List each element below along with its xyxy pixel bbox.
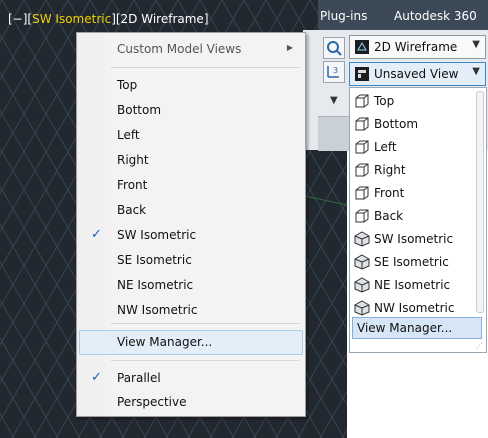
view-list-item-top[interactable]: Top	[350, 90, 478, 113]
menu-item-label: Perspective	[117, 395, 187, 409]
chevron-down-icon: ▼	[472, 66, 480, 77]
unsaved-view-icon	[355, 67, 369, 81]
view-cube-right-icon	[354, 162, 370, 178]
menu-item-label: Right	[117, 153, 149, 167]
view-list-item-sw-isometric[interactable]: SW Isometric	[350, 228, 478, 251]
viewport-label-view[interactable]: SW Isometric	[32, 12, 111, 26]
menu-item-front[interactable]: Front	[79, 173, 303, 198]
view-list-item-right[interactable]: Right	[350, 159, 478, 182]
menu-item-label: Front	[117, 178, 148, 192]
view-list-item-left[interactable]: Left	[350, 136, 478, 159]
view-list-item-label: Top	[374, 94, 395, 108]
tab-autodesk-360[interactable]: Autodesk 360	[394, 9, 477, 23]
view-cube-back-icon	[354, 208, 370, 224]
axis-icon[interactable]: 3	[323, 61, 345, 83]
iso-ne-icon	[354, 277, 370, 293]
2d-wireframe-icon	[355, 40, 369, 54]
view-cube-left-icon	[354, 139, 370, 155]
menu-item-left[interactable]: Left	[79, 123, 303, 148]
menu-item-se-isometric[interactable]: SE Isometric	[79, 248, 303, 273]
chevron-down-icon: ▼	[472, 39, 480, 50]
ribbon-strip	[318, 116, 350, 151]
menu-item-label: SW Isometric	[117, 228, 197, 242]
view-value: Unsaved View	[374, 67, 459, 81]
menu-item-label: Parallel	[117, 371, 161, 385]
menu-item-label: Back	[117, 203, 147, 217]
checkmark-icon: ✓	[91, 370, 102, 385]
menu-item-view-manager[interactable]: View Manager...	[79, 330, 303, 355]
view-manager-label: View Manager...	[357, 321, 453, 335]
svg-text:3: 3	[333, 66, 338, 75]
view-list-item-ne-isometric[interactable]: NE Isometric	[350, 274, 478, 297]
menu-item-label: Top	[117, 78, 138, 92]
view-list-item-label: SE Isometric	[374, 255, 449, 269]
view-list-item-label: Right	[374, 163, 406, 177]
menu-item-perspective[interactable]: Perspective	[79, 390, 303, 415]
iso-se-icon	[354, 254, 370, 270]
magnify-icon[interactable]	[323, 37, 345, 59]
resize-grip[interactable]: ⋰	[476, 342, 483, 350]
viewport-context-menu: Custom Model Views ▶ Top Bottom Left Right F…	[76, 32, 306, 417]
submenu-arrow-icon: ▶	[286, 43, 293, 52]
menu-item-label: Left	[117, 128, 140, 142]
view-list-item-back[interactable]: Back	[350, 205, 478, 228]
menu-item-label: View Manager...	[117, 335, 213, 349]
menu-item-bottom[interactable]: Bottom	[79, 98, 303, 123]
dropdown-arrow-icon[interactable]: ▼	[330, 95, 338, 106]
view-list-item-label: Bottom	[374, 117, 419, 131]
view-list-item-label: NE Isometric	[374, 278, 451, 292]
view-dropdown-list: Top Bottom Left Right Front Back SW Isometric S…	[349, 87, 487, 353]
view-list-item-bottom[interactable]: Bottom	[350, 113, 478, 136]
viewport-label-prefix[interactable]: [−][	[8, 12, 32, 26]
iso-sw-icon	[354, 231, 370, 247]
ribbon-tab-bar: Plug-ins Autodesk 360	[318, 0, 488, 30]
view-list-item-label: Left	[374, 140, 397, 154]
menu-separator	[111, 323, 299, 324]
view-list-item-se-isometric[interactable]: SE Isometric	[350, 251, 478, 274]
view-cube-bottom-icon	[354, 116, 370, 132]
view-combo[interactable]: Unsaved View ▼	[349, 62, 486, 86]
visual-style-combo[interactable]: 2D Wireframe ▼	[349, 35, 486, 59]
checkmark-icon: ✓	[91, 227, 102, 242]
view-manager-item[interactable]: View Manager...	[352, 317, 482, 339]
view-cube-front-icon	[354, 185, 370, 201]
menu-item-label: NE Isometric	[117, 278, 194, 292]
view-list-item-front[interactable]: Front	[350, 182, 478, 205]
menu-item-back[interactable]: Back	[79, 198, 303, 223]
viewport-label[interactable]: [−][SW Isometric][2D Wireframe]	[8, 12, 209, 26]
visual-style-value: 2D Wireframe	[374, 40, 458, 54]
view-cube-top-icon	[354, 93, 370, 109]
menu-item-parallel[interactable]: ✓ Parallel	[79, 366, 303, 391]
menu-item-custom-model-views[interactable]: Custom Model Views ▶	[79, 37, 303, 62]
menu-separator	[111, 360, 299, 361]
view-list-item-label: SW Isometric	[374, 232, 454, 246]
iso-nw-icon	[354, 300, 370, 316]
menu-item-right[interactable]: Right	[79, 148, 303, 173]
view-list-item-label: Back	[374, 209, 404, 223]
menu-item-label: SE Isometric	[117, 253, 192, 267]
menu-item-sw-isometric[interactable]: ✓ SW Isometric	[79, 223, 303, 248]
menu-item-nw-isometric[interactable]: NW Isometric	[79, 298, 303, 323]
view-list-item-label: Front	[374, 186, 405, 200]
menu-item-label: Custom Model Views	[117, 42, 242, 56]
viewport-label-style[interactable]: ][2D Wireframe]	[111, 12, 208, 26]
menu-item-label: NW Isometric	[117, 303, 198, 317]
menu-separator	[111, 67, 299, 68]
menu-item-ne-isometric[interactable]: NE Isometric	[79, 273, 303, 298]
view-list-item-label: NW Isometric	[374, 301, 455, 315]
menu-item-top[interactable]: Top	[79, 73, 303, 98]
menu-item-label: Bottom	[117, 103, 162, 117]
tab-plug-ins[interactable]: Plug-ins	[320, 9, 367, 23]
